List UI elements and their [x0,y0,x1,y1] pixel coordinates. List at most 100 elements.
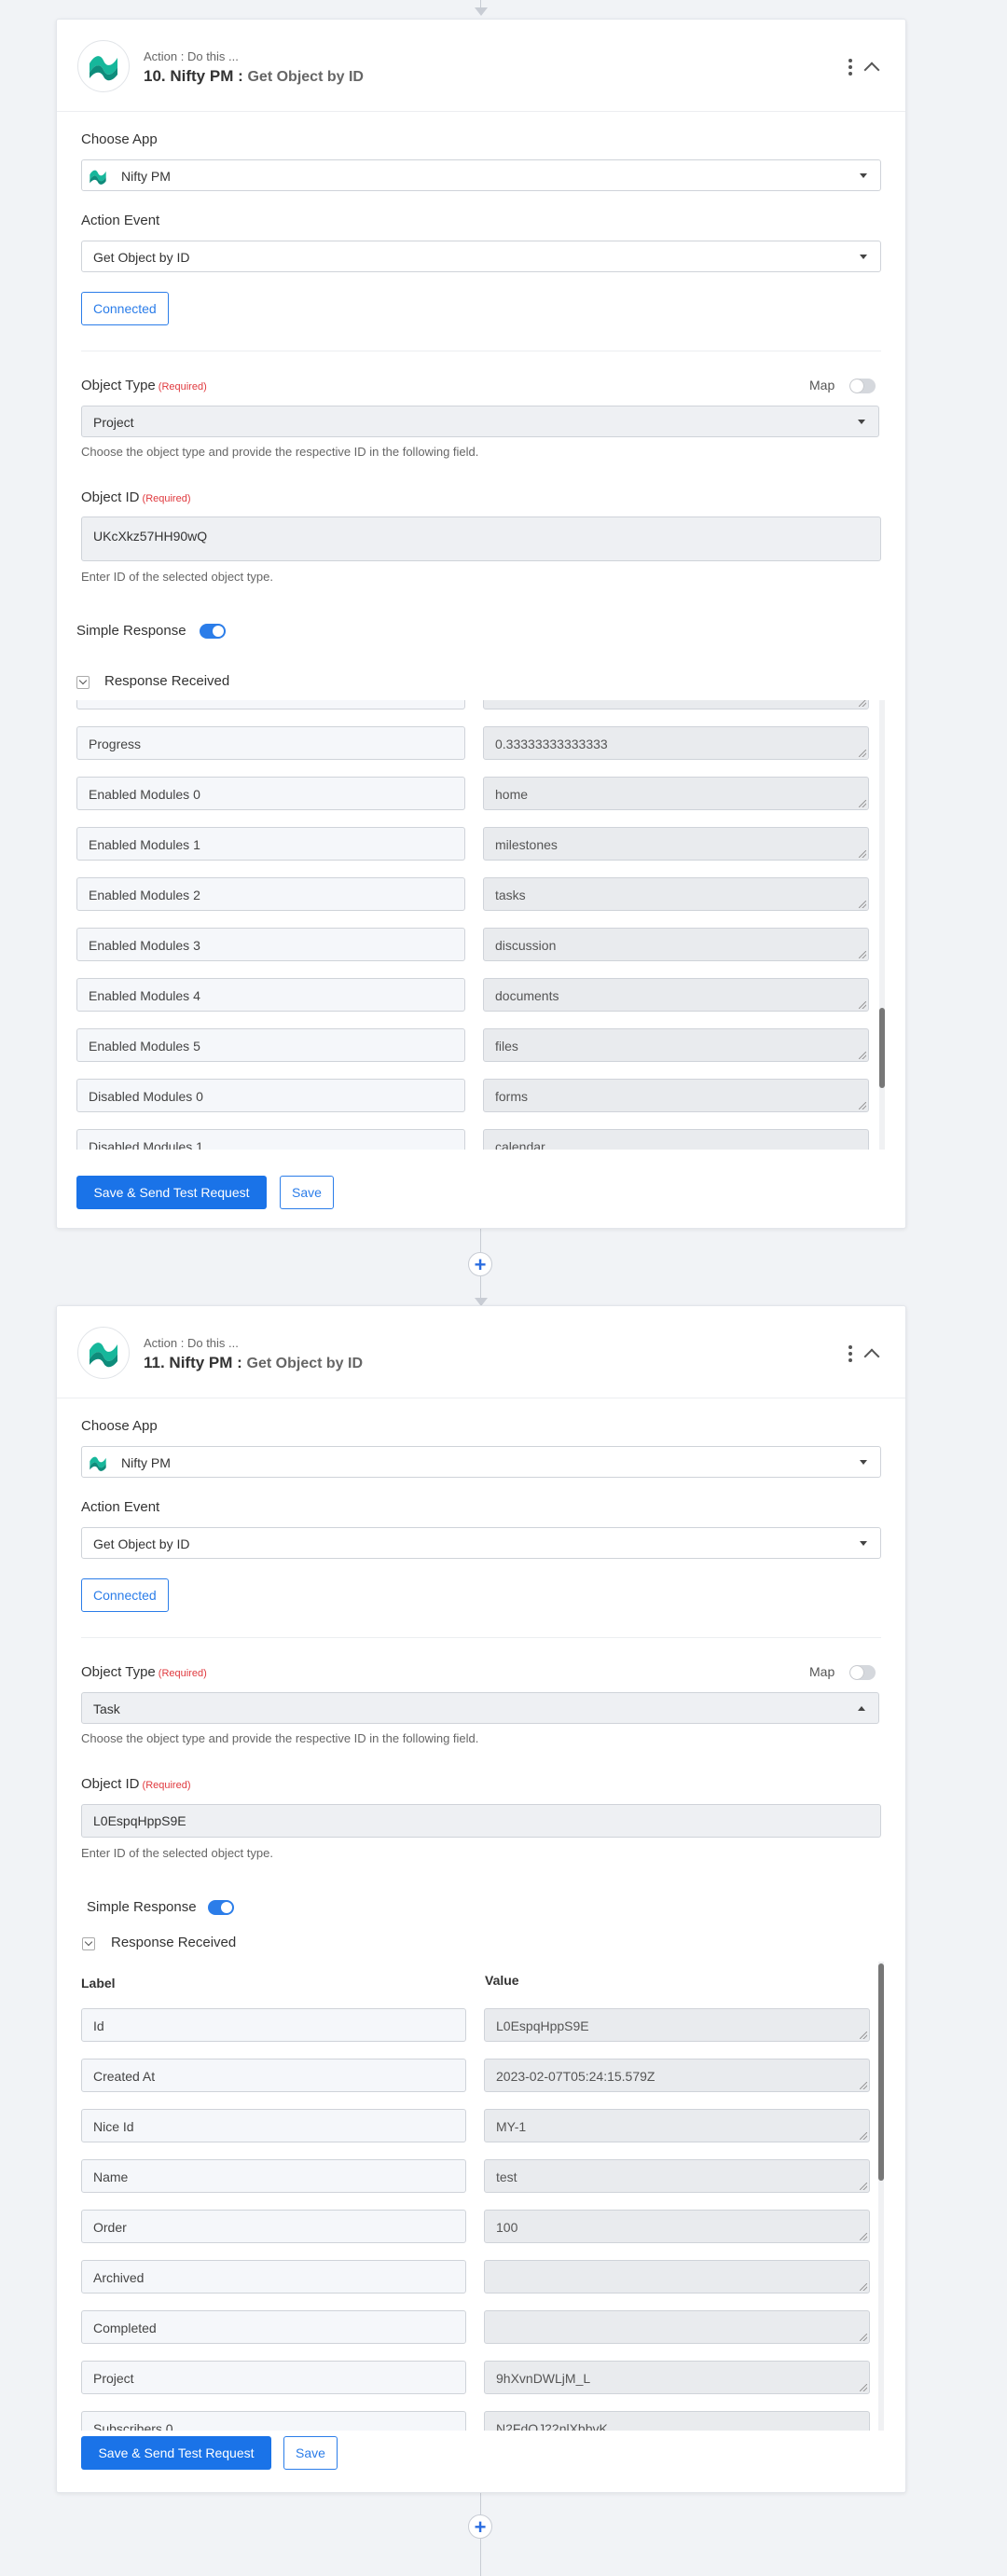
resize-grip-icon[interactable] [860,2183,867,2190]
row-label: Progress [76,726,465,760]
resize-grip-icon[interactable] [859,800,866,807]
table-row: Disabled Modules 0 forms [76,1079,869,1112]
row-value[interactable]: discussion [483,928,869,961]
row-value[interactable]: tasks [483,877,869,911]
simple-response-label: Simple Response [76,623,186,639]
app-select-value: Nifty PM [121,1455,171,1470]
resize-grip-icon[interactable] [860,2233,867,2240]
row-label: Id [81,2008,466,2042]
step-title: 11. Nifty PM : Get Object by ID [144,1354,363,1372]
step-title-text: 10. Nifty PM : [144,67,243,85]
object-type-select[interactable]: Project [81,406,879,437]
simple-response-toggle[interactable] [200,624,226,639]
kebab-menu-icon[interactable] [848,1345,852,1365]
connected-button[interactable]: Connected [81,292,169,325]
resize-grip-icon[interactable] [860,2132,867,2140]
row-value[interactable]: N2FdOJ22nlXbbvK [484,2411,870,2431]
scrollbar-thumb[interactable] [878,1963,884,2181]
resize-grip-icon[interactable] [859,901,866,908]
row-value[interactable]: 0.33333333333333 [483,726,869,760]
row-value[interactable]: 2023-02-07T05:24:15.579Z [484,2059,870,2092]
map-toggle[interactable] [849,1665,876,1680]
action-event-select[interactable]: Get Object by ID [81,241,881,272]
resize-grip-icon[interactable] [860,2032,867,2039]
row-value-text: calendar [495,1139,545,1150]
resize-grip-icon[interactable] [859,700,866,707]
divider [81,1637,881,1638]
map-toggle[interactable] [849,379,876,393]
row-value[interactable]: home [483,777,869,810]
save-send-test-button[interactable]: Save & Send Test Request [76,1176,267,1209]
collapse-chevron-icon[interactable] [863,62,880,78]
row-label: Enabled Modules 2 [76,877,465,911]
table-row: Enabled Modules 0 home [76,777,869,810]
save-button[interactable]: Save [283,2436,338,2470]
add-step-plus-icon[interactable]: + [468,2514,492,2539]
row-value[interactable]: documents [483,978,869,1012]
row-value[interactable]: milestones [483,827,869,861]
object-id-help: Enter ID of the selected object type. [81,1846,273,1860]
resize-grip-icon[interactable] [859,1052,866,1059]
row-value[interactable] [484,2260,870,2294]
row-label: Enabled Modules 1 [76,827,465,861]
row-value[interactable]: calendar [483,1129,869,1150]
save-send-test-button[interactable]: Save & Send Test Request [81,2436,271,2470]
row-label [76,700,465,709]
response-table: Progress 0.33333333333333 Enabled Module… [76,700,888,1150]
object-type-select[interactable]: Task [81,1692,879,1724]
row-value[interactable]: L0EspqHppS9E [484,2008,870,2042]
resize-grip-icon[interactable] [859,951,866,958]
simple-response-toggle[interactable] [208,1900,234,1915]
save-button[interactable]: Save [280,1176,334,1209]
row-label: Enabled Modules 4 [76,978,465,1012]
table-row: Completed [81,2310,874,2344]
resize-grip-icon[interactable] [860,2384,867,2391]
connected-button[interactable]: Connected [81,1578,169,1612]
object-id-input[interactable]: UKcXkz57HH90wQ [81,517,881,561]
resize-grip-icon[interactable] [859,850,866,858]
row-value[interactable]: forms [483,1079,869,1112]
action-event-select[interactable]: Get Object by ID [81,1527,881,1559]
row-value-text: L0EspqHppS9E [496,2018,589,2033]
resize-grip-icon[interactable] [859,1001,866,1009]
row-value-text: milestones [495,837,558,852]
step-header[interactable]: Action : Do this ... 10. Nifty PM : Get … [57,20,905,112]
object-type-label: Object Type (Required) [81,1664,207,1680]
app-select[interactable]: Nifty PM [81,1446,881,1478]
resize-grip-icon[interactable] [860,2082,867,2089]
resize-grip-icon[interactable] [859,750,866,757]
object-type-help: Choose the object type and provide the r… [81,1731,479,1745]
row-value-text: 100 [496,2220,518,2235]
row-value[interactable]: files [483,1028,869,1062]
add-step-plus-icon[interactable]: + [468,1252,492,1276]
map-label: Map [809,1664,835,1679]
expand-chevron-icon[interactable] [76,676,90,689]
row-value[interactable]: 9hXvnDWLjM_L [484,2361,870,2394]
row-value-text: documents [495,988,559,1003]
row-value[interactable]: 100 [484,2210,870,2243]
row-label: Archived [81,2260,466,2294]
collapse-chevron-icon[interactable] [863,1348,880,1365]
connector-line [480,2539,481,2576]
response-received-label: Response Received [104,673,230,689]
table-row: Subscribers 0 N2FdOJ22nlXbbvK [81,2411,874,2431]
app-select[interactable]: Nifty PM [81,159,881,191]
row-label: Enabled Modules 0 [76,777,465,810]
resize-grip-icon[interactable] [859,1102,866,1109]
step-header[interactable]: Action : Do this ... 11. Nifty PM : Get … [57,1306,905,1398]
row-value[interactable]: test [484,2159,870,2193]
object-id-input[interactable]: L0EspqHppS9E [81,1804,881,1838]
resize-grip-icon[interactable] [860,2283,867,2291]
kebab-menu-icon[interactable] [848,59,852,78]
row-value[interactable] [483,700,869,709]
row-value[interactable] [484,2310,870,2344]
object-type-label: Object Type (Required) [81,378,207,393]
response-table: Label Value Id L0EspqHppS9E Created At 2… [81,1962,885,2431]
row-value[interactable]: MY-1 [484,2109,870,2142]
resize-grip-icon[interactable] [860,2334,867,2341]
row-value-text: test [496,2170,517,2184]
table-row: Order 100 [81,2210,874,2243]
scrollbar-thumb[interactable] [879,1008,885,1088]
row-label: Name [81,2159,466,2193]
expand-chevron-icon[interactable] [82,1937,95,1950]
